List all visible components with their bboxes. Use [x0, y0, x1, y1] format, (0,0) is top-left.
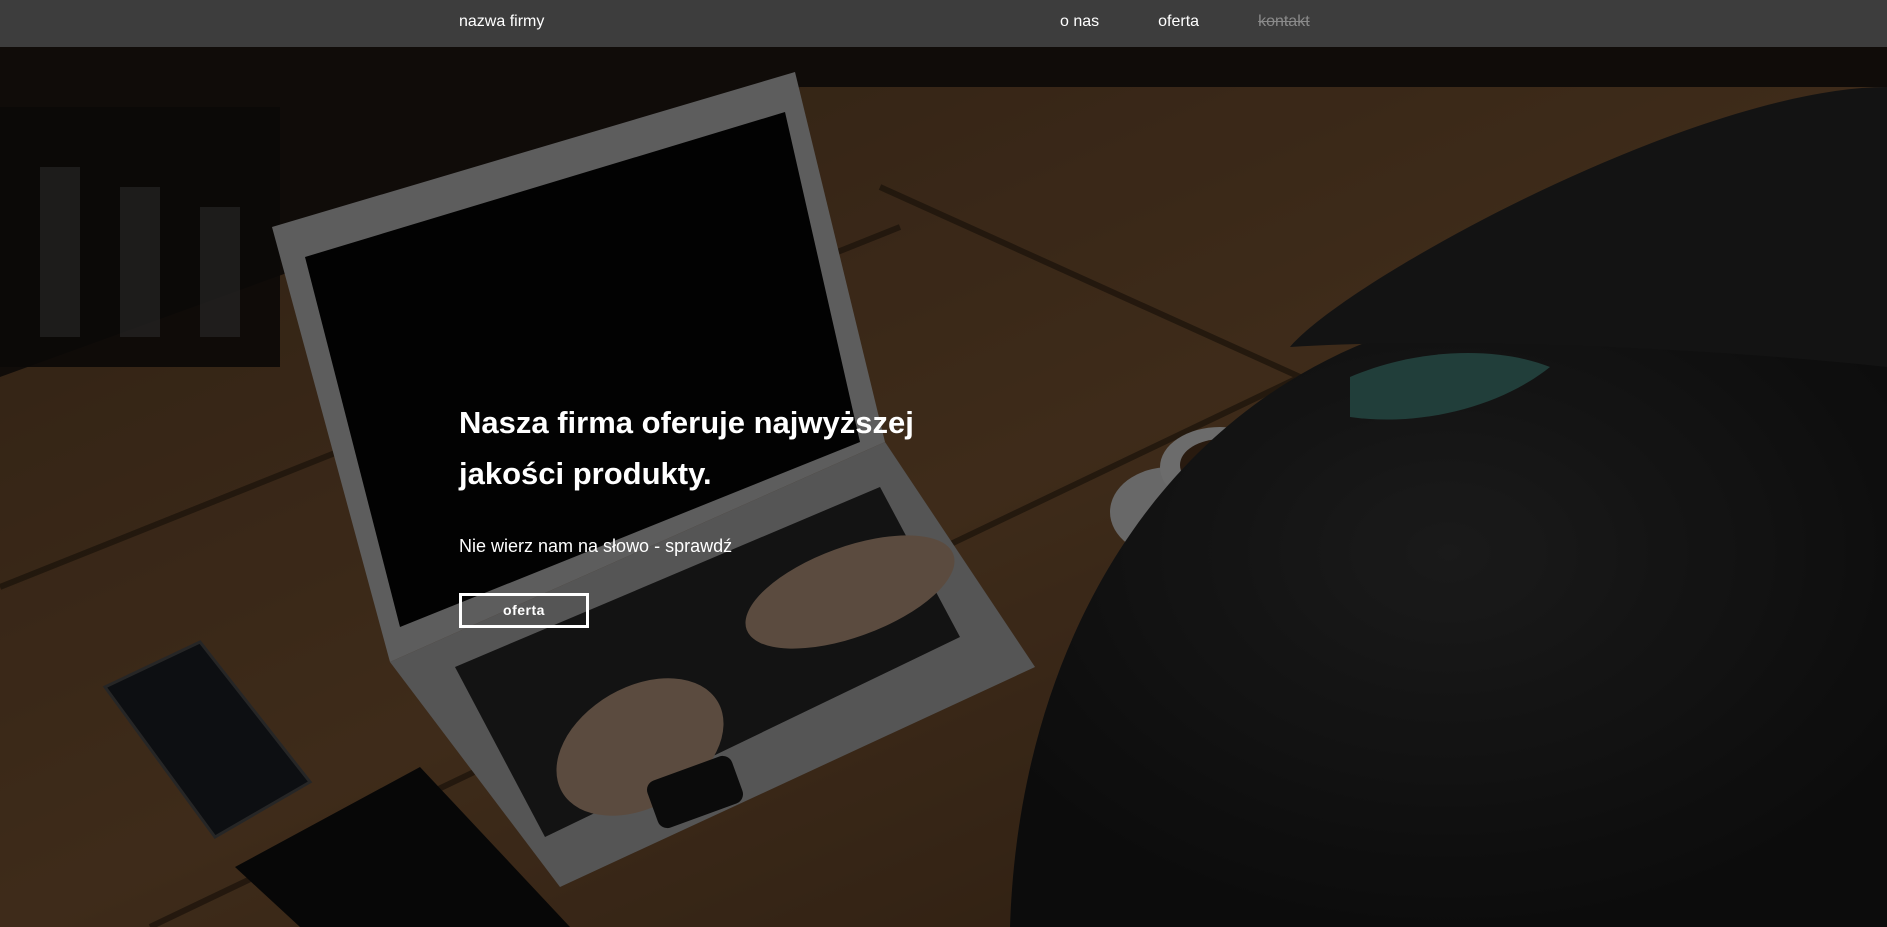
nav-link-o-nas[interactable]: o nas: [1060, 12, 1099, 32]
nav-link-oferta[interactable]: oferta: [1158, 12, 1199, 32]
hero-content: Nasza firma oferuje najwyższej jakości p…: [459, 397, 979, 628]
nav-links: o nas oferta kontakt: [1060, 12, 1310, 32]
hero-subtitle: Nie wierz nam na słowo - sprawdź: [459, 536, 733, 556]
brand-link[interactable]: nazwa firmy: [459, 12, 544, 32]
hero-title: Nasza firma oferuje najwyższej jakości p…: [459, 405, 914, 491]
top-navbar: nazwa firmy o nas oferta kontakt: [0, 0, 1887, 47]
nav-link-kontakt[interactable]: kontakt: [1258, 12, 1310, 32]
oferta-button[interactable]: oferta: [459, 593, 589, 628]
hero-section: Nasza firma oferuje najwyższej jakości p…: [0, 47, 1887, 927]
